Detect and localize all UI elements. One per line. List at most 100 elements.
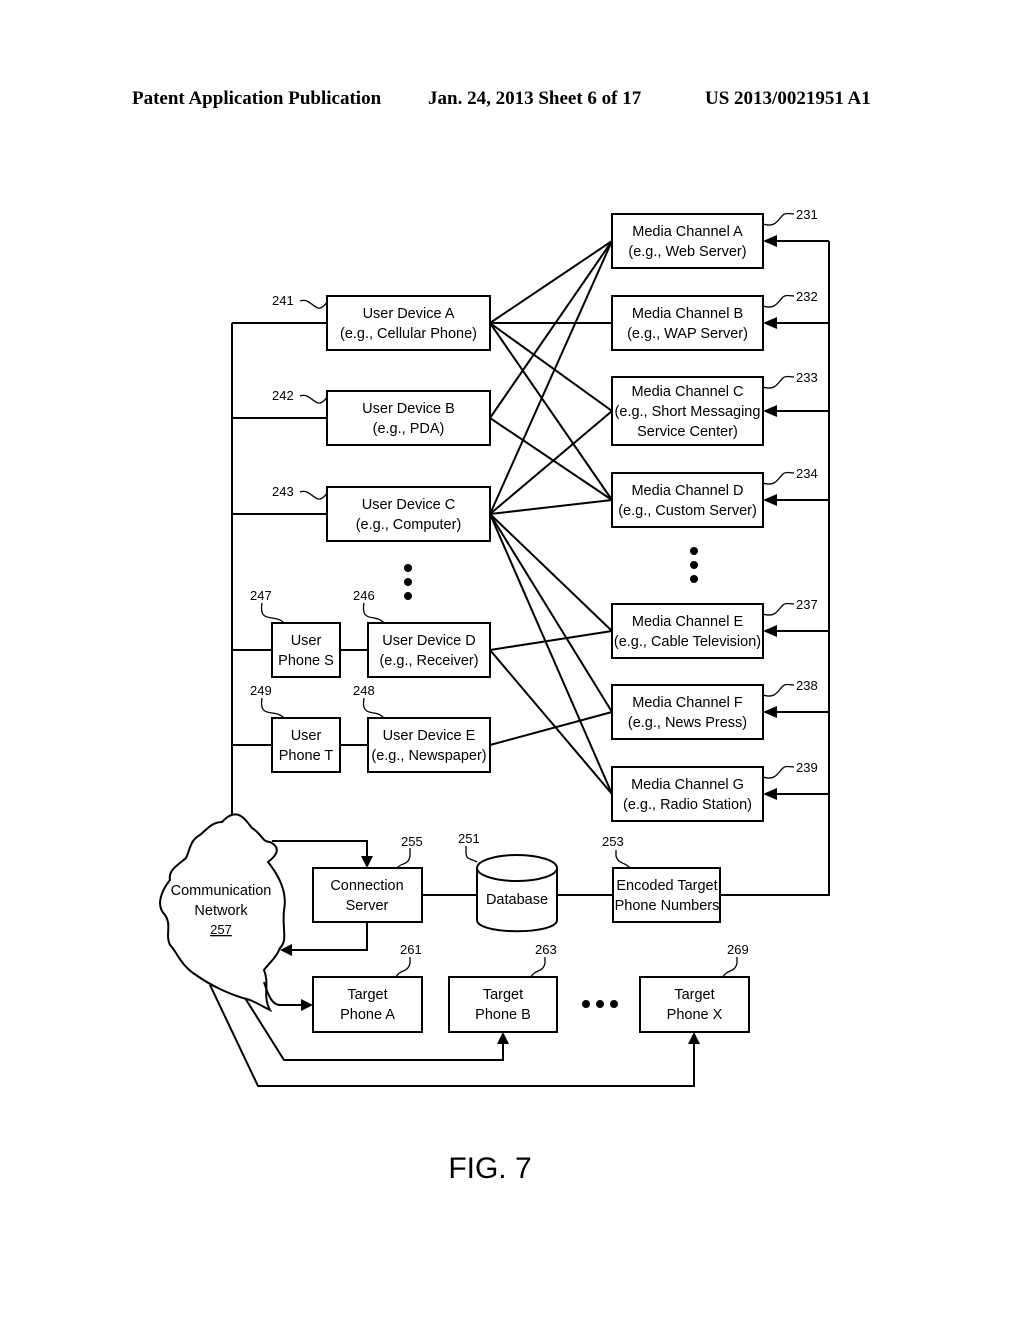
user-device-title: User Device A <box>363 306 455 322</box>
arrow-into-channel <box>763 625 777 637</box>
ref-253: 253 <box>602 834 624 849</box>
media-channel-title: Media Channel C <box>631 384 743 400</box>
leader-line <box>762 471 795 485</box>
leader-line <box>762 765 795 779</box>
leader-line <box>362 602 385 624</box>
network-label-2: Network <box>194 903 248 919</box>
arrow-into-channel <box>763 405 777 417</box>
channel-ellipsis <box>690 547 698 583</box>
leader-line <box>762 294 795 308</box>
leader-line <box>260 697 285 719</box>
device-channel-link <box>489 322 613 412</box>
device-channel-link <box>489 513 613 795</box>
patent-diagram: Media Channel A (e.g., Web Server) 231 Medi… <box>159 207 830 1185</box>
user-device-example: (e.g., Newspaper) <box>371 748 486 764</box>
leader-line <box>762 375 795 389</box>
target-phone-line1: Target <box>483 987 523 1003</box>
user-phone-ref: 249 <box>250 683 272 698</box>
right-bus-arrows <box>763 235 829 800</box>
user-device-ref: 242 <box>272 388 294 403</box>
database-label: Database <box>486 892 548 908</box>
user-phone-line2: Phone T <box>279 748 334 764</box>
media-channel-example-cont: Service Center) <box>637 424 738 440</box>
leader-251 <box>465 846 478 863</box>
user-device-title: User Device C <box>362 497 455 513</box>
server-to-network-line <box>290 922 368 951</box>
network-ref: 257 <box>210 922 232 937</box>
device-channel-links <box>489 240 613 795</box>
device-channel-link <box>489 499 613 515</box>
user-device-ref: 243 <box>272 484 294 499</box>
arrow-into-channel <box>763 317 777 329</box>
user-device-ref: 241 <box>272 293 294 308</box>
connection-server-label-2: Server <box>346 898 389 914</box>
user-phone-line1: User <box>291 633 322 649</box>
ref-255: 255 <box>401 834 423 849</box>
user-phone-line2: Phone S <box>278 653 334 669</box>
leader-line <box>762 212 795 226</box>
leader-253 <box>615 850 631 869</box>
device-channel-link <box>489 417 613 501</box>
target-phone-ref: 269 <box>727 942 749 957</box>
media-channel-title: Media Channel F <box>632 695 743 711</box>
target-phone-ref: 261 <box>400 942 422 957</box>
encoded-numbers-label-1: Encoded Target <box>616 878 717 894</box>
media-channel-example: (e.g., News Press) <box>628 715 747 731</box>
media-channel-ref: 234 <box>796 466 818 481</box>
arrow-into-channel <box>763 494 777 506</box>
target-phone-box <box>639 976 750 1033</box>
leader-line <box>530 957 546 978</box>
ref-251: 251 <box>458 831 480 846</box>
user-device-example: (e.g., Receiver) <box>379 653 478 669</box>
target-phone-line2: Phone A <box>340 1007 395 1023</box>
user-device-title: User Device E <box>383 728 476 744</box>
user-phone-line1: User <box>291 728 322 744</box>
leader-line <box>299 490 328 500</box>
media-channel-example: (e.g., Short Messaging <box>615 404 761 420</box>
user-device-example: (e.g., Cellular Phone) <box>340 326 477 342</box>
media-channel-ref: 231 <box>796 207 818 222</box>
user-phone-ref: 247 <box>250 588 272 603</box>
leader-line <box>762 683 795 697</box>
arrow-into-server <box>361 856 373 868</box>
user-device-title: User Device D <box>382 633 475 649</box>
target-phone-line2: Phone B <box>475 1007 531 1023</box>
media-channel-example: (e.g., Radio Station) <box>623 797 752 813</box>
arrow-into-channel <box>763 788 777 800</box>
device-ellipsis <box>404 564 412 600</box>
leader-line <box>299 299 328 309</box>
target-phones: Target Phone A 261 Target Phone B 263 Target Ph… <box>312 942 750 1033</box>
target-phone-line2: Phone X <box>667 1007 723 1023</box>
media-channel-title: Media Channel D <box>631 483 743 499</box>
media-channel-ref: 233 <box>796 370 818 385</box>
device-channel-link <box>489 240 613 419</box>
target-phone-box <box>448 976 558 1033</box>
media-channel-ref: 238 <box>796 678 818 693</box>
media-channel-example: (e.g., Cable Television) <box>614 634 761 650</box>
arrow-into-channel <box>763 235 777 247</box>
arrow-into-target-a <box>301 999 313 1011</box>
media-channel-ref: 239 <box>796 760 818 775</box>
leader-line <box>722 957 738 978</box>
arrow-into-target-x <box>688 1032 700 1044</box>
network-to-target-a-line <box>263 981 303 1006</box>
leader-line <box>762 602 795 616</box>
user-device-ref: 246 <box>353 588 375 603</box>
target-ellipsis <box>582 1000 618 1008</box>
media-channel-example: (e.g., Custom Server) <box>618 503 757 519</box>
media-channel-ref: 237 <box>796 597 818 612</box>
user-devices: User Device A (e.g., Cellular Phone) 241 Us… <box>250 293 491 773</box>
leader-line <box>260 602 285 624</box>
device-channel-link <box>489 410 613 515</box>
media-channel-title: Media Channel B <box>632 306 743 322</box>
user-device-example: (e.g., PDA) <box>373 421 445 437</box>
user-device-example: (e.g., Computer) <box>356 517 462 533</box>
figure-label: FIG. 7 <box>448 1152 531 1185</box>
encoded-numbers-label-2: Phone Numbers <box>615 898 720 914</box>
user-device-ref: 248 <box>353 683 375 698</box>
device-channel-link <box>489 630 613 651</box>
leader-line <box>362 697 385 719</box>
media-channel-title: Media Channel E <box>632 614 744 630</box>
target-phone-line1: Target <box>347 987 387 1003</box>
target-phone-line1: Target <box>674 987 714 1003</box>
